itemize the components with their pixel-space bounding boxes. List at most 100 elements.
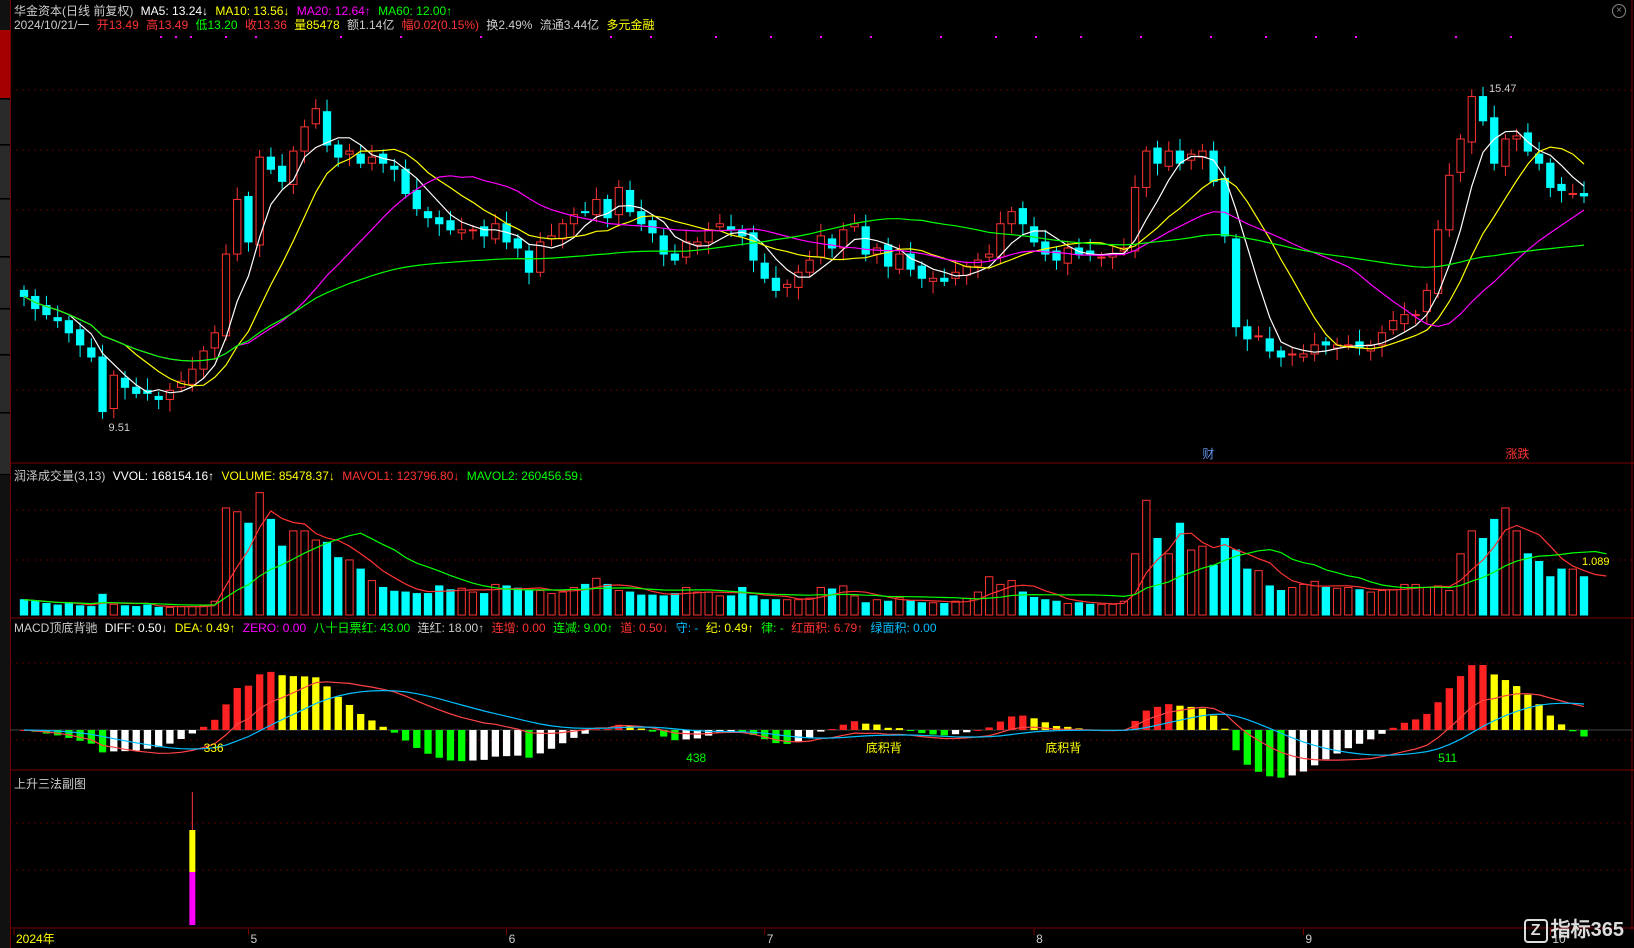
candle-body bbox=[1534, 153, 1544, 164]
volume-bar bbox=[154, 606, 163, 616]
macd-annotation: 511 bbox=[1438, 751, 1457, 765]
mavol1-label: MAVOL1: 123796.80↓ bbox=[342, 469, 460, 483]
volume-bar bbox=[783, 599, 792, 616]
macd-histogram-bar bbox=[469, 730, 477, 761]
volume-bar bbox=[1130, 553, 1140, 616]
quote-close: 收13.36 bbox=[244, 18, 287, 32]
macd-histogram-bar bbox=[1412, 719, 1420, 730]
top-marker-dot bbox=[190, 36, 192, 38]
candle-body bbox=[917, 265, 926, 279]
volume-bar bbox=[53, 604, 62, 616]
candle-body bbox=[715, 223, 724, 228]
macd-histogram-bar bbox=[1378, 730, 1386, 734]
candle-body bbox=[985, 253, 994, 258]
lianzeng-label: 连增: 0.00 bbox=[491, 621, 546, 635]
candle-body bbox=[311, 108, 320, 125]
macd-histogram-bar bbox=[1434, 702, 1442, 730]
volume-bar bbox=[951, 600, 960, 616]
macd-histogram-bar bbox=[1277, 730, 1285, 778]
volume-bar bbox=[64, 603, 74, 616]
volume-bar bbox=[1299, 583, 1308, 616]
candle-body bbox=[1142, 150, 1151, 188]
volume-bar bbox=[839, 585, 848, 616]
volume-bar bbox=[614, 590, 623, 616]
volume-bar bbox=[277, 545, 287, 616]
macd-histogram-bar bbox=[1299, 730, 1308, 772]
macd-histogram-bar bbox=[334, 696, 342, 730]
macd-histogram-bar bbox=[1254, 730, 1263, 772]
macd-histogram-bar bbox=[637, 728, 645, 730]
sidebar-tab-company[interactable] bbox=[0, 414, 10, 475]
candle-body bbox=[513, 238, 522, 249]
volume-bar bbox=[1557, 568, 1566, 616]
candle-body bbox=[109, 374, 118, 410]
volume-bar bbox=[558, 591, 567, 616]
macd-histogram-bar bbox=[143, 730, 152, 749]
candle-body bbox=[244, 196, 253, 243]
close-icon[interactable]: × bbox=[1612, 4, 1626, 18]
macd-histogram-bar bbox=[884, 727, 892, 730]
top-marker-dot bbox=[480, 36, 482, 38]
macd-histogram-bar bbox=[525, 730, 533, 758]
macd-histogram-bar bbox=[132, 730, 140, 751]
macd-histogram-bar bbox=[963, 730, 971, 733]
sidebar-tab-kline[interactable] bbox=[0, 30, 10, 99]
candle-body bbox=[1209, 150, 1218, 182]
macd-histogram-bar bbox=[424, 730, 432, 754]
candle-body bbox=[457, 229, 466, 234]
eighty-day-label: 八十日票红: 43.00 bbox=[313, 621, 411, 635]
candle-body bbox=[973, 259, 983, 267]
candle-body bbox=[1512, 135, 1521, 140]
quote-line: 2024/10/21/一 开13.49 高13.49 低13.20 收13.36… bbox=[14, 18, 658, 32]
dao-label: 道: 0.50↓ bbox=[620, 621, 669, 635]
volume-bar bbox=[1097, 603, 1106, 616]
x-axis-label: 5 bbox=[250, 932, 257, 946]
volume-bar bbox=[547, 593, 556, 616]
candle-body bbox=[1288, 353, 1297, 356]
macd-histogram-bar bbox=[300, 676, 309, 730]
candle-body bbox=[1422, 289, 1432, 313]
sidebar-tab-capital[interactable] bbox=[0, 200, 10, 257]
volume-bar bbox=[704, 591, 713, 616]
volume-bar bbox=[356, 568, 365, 616]
sidebar-tab-deals[interactable] bbox=[0, 356, 10, 413]
volume-header: 润泽成交量(3,13) VVOL: 168154.16↑ VOLUME: 854… bbox=[14, 469, 588, 483]
macd-histogram-bar bbox=[1198, 708, 1207, 730]
macd-histogram-bar bbox=[458, 730, 466, 762]
macd-name: MACD顶底背驰 bbox=[14, 621, 98, 635]
volume-bar bbox=[1074, 602, 1084, 616]
volume-bar bbox=[1490, 518, 1499, 616]
volume-bar bbox=[816, 586, 825, 616]
quote-turnover: 换2.49% bbox=[486, 18, 533, 32]
sidebar-tab-chips[interactable] bbox=[0, 310, 10, 355]
volume-bar bbox=[367, 580, 377, 616]
volume-bar bbox=[1523, 553, 1533, 616]
macd-histogram-bar bbox=[817, 730, 825, 732]
volume-bar bbox=[648, 594, 657, 616]
sidebar-tab-intraday[interactable] bbox=[0, 100, 10, 145]
volume-bar bbox=[693, 591, 702, 616]
top-marker-dot bbox=[1265, 36, 1267, 38]
candle-body bbox=[1568, 192, 1577, 195]
volume-bar bbox=[1052, 600, 1061, 616]
x-axis-label: 7 bbox=[767, 932, 774, 946]
logo-text: 指标365 bbox=[1550, 919, 1624, 942]
max-price-label: 15.47 bbox=[1489, 83, 1517, 95]
macd-histogram-bar bbox=[1153, 706, 1162, 730]
sidebar-tab-sector[interactable] bbox=[0, 258, 10, 309]
lv-label: 律: - bbox=[761, 621, 784, 635]
event-marker: 涨跌 bbox=[1505, 446, 1529, 461]
volume-bar bbox=[98, 593, 107, 616]
candle-body bbox=[132, 386, 141, 394]
macd-histogram-bar bbox=[1468, 665, 1476, 730]
macd-histogram-bar bbox=[1389, 727, 1397, 730]
sidebar-tab-finance[interactable] bbox=[0, 146, 10, 199]
volume-bar bbox=[1243, 568, 1252, 616]
macd-annotation: 438 bbox=[686, 751, 706, 765]
volume-bar bbox=[87, 606, 96, 616]
top-marker-dot bbox=[870, 36, 872, 38]
top-marker-dot bbox=[650, 36, 652, 38]
stock-title: 华金资本(日线 前复权) bbox=[14, 4, 134, 18]
volume-bar bbox=[1332, 587, 1342, 616]
volume-bar bbox=[1501, 507, 1510, 616]
